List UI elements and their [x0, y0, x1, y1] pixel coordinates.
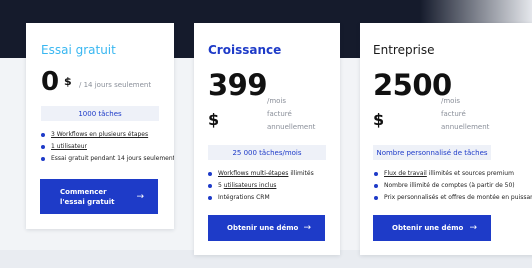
period-line: facturé	[441, 110, 466, 118]
feature-text: Nombre illimité de comptes (à partir de …	[384, 182, 515, 189]
plan-currency: $	[208, 110, 220, 129]
plan-currency: $	[373, 110, 385, 129]
period-line: annuellement	[441, 123, 490, 131]
bullet-dot-icon	[208, 196, 212, 200]
bullet-dot-icon	[208, 184, 212, 188]
plan-card-growth: Croissance 399 $ /mois facturé annuellem…	[194, 23, 340, 255]
feature-item: Essai gratuit pendant 14 jours seulement	[41, 153, 174, 165]
feature-link[interactable]: 3 Workflows en plusieurs étapes	[51, 131, 148, 138]
plan-feature-list: Flux de travail illimités et sources pre…	[374, 168, 532, 204]
arrow-right-icon: →	[136, 191, 144, 202]
bullet-dot-icon	[208, 172, 212, 176]
feature-item: Intégrations CRM	[208, 192, 314, 204]
plan-price: 2500	[373, 68, 452, 102]
plan-quota-badge: 25 000 tâches/mois	[208, 145, 326, 160]
arrow-right-icon: →	[469, 223, 477, 233]
plan-billing-period: /mois facturé annuellement	[267, 95, 315, 134]
plan-name: Essai gratuit	[41, 43, 116, 57]
feature-item: Nombre illimité de comptes (à partir de …	[374, 180, 532, 192]
plan-currency: $	[64, 75, 72, 88]
plan-card-enterprise: Entreprise 2500 $ /mois facturé annuelle…	[360, 23, 532, 255]
period-line: facturé	[267, 110, 292, 118]
plan-name: Entreprise	[373, 43, 435, 57]
feature-item: Prix personnalisés et offres de montée e…	[374, 192, 532, 204]
button-label: Obtenir une démo	[227, 224, 299, 232]
feature-link[interactable]: Flux de travail	[384, 170, 427, 177]
plan-price-note: / 14 jours seulement	[79, 81, 152, 89]
button-label: Commencer l'essai gratuit	[60, 187, 115, 206]
plan-quota-badge: Nombre personnalisé de tâches	[373, 145, 491, 160]
plan-name: Croissance	[208, 43, 282, 57]
period-line: /mois	[267, 97, 287, 105]
get-demo-button[interactable]: Obtenir une démo →	[208, 215, 325, 241]
bullet-dot-icon	[41, 157, 45, 161]
feature-link[interactable]: utilisateurs inclus	[224, 182, 277, 189]
plan-billing-period: /mois facturé annuellement	[441, 95, 489, 134]
feature-text: illimités	[288, 170, 314, 177]
feature-link[interactable]: Workflows multi-étapes	[218, 170, 288, 177]
feature-text: Intégrations CRM	[218, 194, 270, 201]
bullet-dot-icon	[41, 145, 45, 149]
bullet-dot-icon	[374, 184, 378, 188]
feature-item: 3 Workflows en plusieurs étapes	[41, 129, 174, 141]
feature-text: Essai gratuit pendant 14 jours seulement	[51, 155, 174, 162]
get-demo-button[interactable]: Obtenir une démo →	[373, 215, 491, 241]
feature-item: Workflows multi-étapes illimités	[208, 168, 314, 180]
plan-quota-badge: 1000 tâches	[41, 106, 159, 121]
feature-text: Prix personnalisés et offres de montée e…	[384, 194, 532, 201]
bullet-dot-icon	[374, 196, 378, 200]
feature-link[interactable]: 1 utilisateur	[51, 143, 87, 150]
feature-item: 1 utilisateur	[41, 141, 174, 153]
feature-item: 5 utilisateurs inclus	[208, 180, 314, 192]
bullet-dot-icon	[374, 172, 378, 176]
arrow-right-icon: →	[303, 223, 311, 233]
feature-item: Flux de travail illimités et sources pre…	[374, 168, 532, 180]
plan-price: 0	[41, 67, 60, 97]
start-trial-button[interactable]: Commencer l'essai gratuit →	[40, 179, 158, 214]
bullet-dot-icon	[41, 133, 45, 137]
period-line: /mois	[441, 97, 461, 105]
plan-feature-list: Workflows multi-étapes illimités 5 utilis…	[208, 168, 314, 204]
period-line: annuellement	[267, 123, 316, 131]
feature-text: illimités et sources premium	[426, 170, 514, 177]
plan-feature-list: 3 Workflows en plusieurs étapes 1 utilisa…	[41, 129, 174, 165]
plan-price: 399	[208, 68, 268, 102]
button-label: Obtenir une démo	[392, 224, 464, 232]
plan-card-free-trial: Essai gratuit 0 $ / 14 jours seulement 1…	[26, 23, 174, 229]
